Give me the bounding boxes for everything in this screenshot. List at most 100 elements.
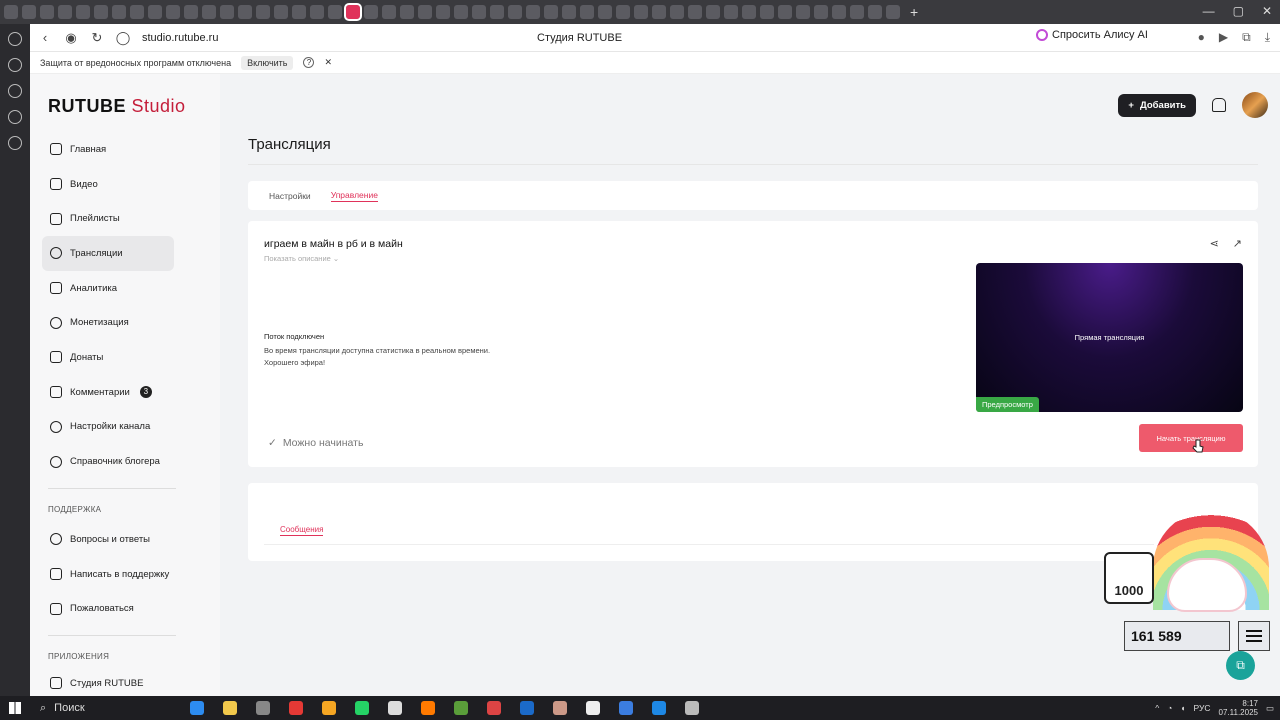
start-button[interactable] <box>0 696 30 720</box>
minimize-icon[interactable]: — <box>1203 4 1215 18</box>
sidebar-item-streams[interactable]: Трансляции <box>42 236 174 271</box>
tab-favicon[interactable] <box>184 5 198 19</box>
taskbar-app-icon[interactable] <box>519 701 534 715</box>
notification-icon[interactable]: ▭ <box>1266 703 1274 714</box>
help-icon[interactable]: ? <box>303 57 315 68</box>
reload-icon[interactable]: ↻ <box>84 30 110 46</box>
tab-favicon[interactable] <box>760 5 774 19</box>
tab-favicon[interactable] <box>850 5 864 19</box>
sidebar-item-contact-support[interactable]: Написать в поддержку <box>42 557 174 592</box>
tab-favicon[interactable] <box>886 5 900 19</box>
taskbar-app-icon[interactable] <box>288 701 303 715</box>
tab-favicon[interactable] <box>670 5 684 19</box>
tab-favicon[interactable] <box>868 5 882 19</box>
enable-protection-button[interactable]: Включить <box>241 55 294 70</box>
sidebar-item-blogger-guide[interactable]: Справочник блогера <box>42 444 174 479</box>
bell-icon[interactable] <box>1212 98 1226 112</box>
tab-favicon[interactable] <box>418 5 432 19</box>
rutube-studio-logo[interactable]: RUTUBE Studio <box>48 96 186 117</box>
sidebar-item-home[interactable]: Главная <box>42 132 174 167</box>
tab-favicon[interactable] <box>616 5 630 19</box>
tab-favicon[interactable] <box>778 5 792 19</box>
tab-favicon[interactable] <box>814 5 828 19</box>
active-tab-favicon[interactable] <box>344 3 362 21</box>
taskbar-app-icon[interactable] <box>387 701 402 715</box>
tab-favicon[interactable] <box>652 5 666 19</box>
tab-favicon[interactable] <box>274 5 288 19</box>
app-icon[interactable] <box>8 84 22 98</box>
sidebar-item-comments[interactable]: Комментарии 3 <box>42 375 174 410</box>
tab-messages[interactable]: Сообщения <box>280 525 324 536</box>
sidebar-item-analytics[interactable]: Аналитика <box>42 271 174 306</box>
taskbar-app-icon[interactable] <box>354 701 369 715</box>
taskbar-app-icon[interactable] <box>486 701 501 715</box>
menu-icon[interactable] <box>1238 621 1270 651</box>
tab-favicon[interactable] <box>472 5 486 19</box>
clock[interactable]: 8:17 07.11.2025 <box>1219 699 1258 717</box>
reader-icon[interactable]: ◉ <box>58 30 84 46</box>
tab-favicon[interactable] <box>58 5 72 19</box>
tab-favicon[interactable] <box>328 5 342 19</box>
taskbar-app-icon[interactable] <box>552 701 567 715</box>
tab-favicon[interactable] <box>796 5 810 19</box>
app-icon[interactable] <box>8 58 22 72</box>
tab-favicon[interactable] <box>238 5 252 19</box>
app-icon[interactable] <box>8 136 22 150</box>
download-icon[interactable]: ⤓ <box>1265 30 1270 45</box>
tab-favicon[interactable] <box>526 5 540 19</box>
tab-favicon[interactable] <box>436 5 450 19</box>
tab-favicon[interactable] <box>400 5 414 19</box>
back-icon[interactable]: ‹ <box>32 30 58 45</box>
tab-favicon[interactable] <box>382 5 396 19</box>
taskbar-app-icon[interactable] <box>618 701 633 715</box>
tab-favicon[interactable] <box>598 5 612 19</box>
alice-button[interactable]: Спросить Алису AI <box>1036 29 1148 41</box>
sidebar-item-video[interactable]: Видео <box>42 167 174 202</box>
taskbar-app-icon[interactable] <box>222 701 237 715</box>
tab-favicon[interactable] <box>202 5 216 19</box>
url-field[interactable]: studio.rutube.ru <box>142 32 218 44</box>
tab-management[interactable]: Управление <box>330 190 378 202</box>
add-button[interactable]: + Добавить <box>1118 93 1196 117</box>
tab-favicon[interactable] <box>706 5 720 19</box>
tab-favicon[interactable] <box>364 5 378 19</box>
start-stream-button[interactable]: Начать трансляцию <box>1139 424 1243 452</box>
new-tab-icon[interactable]: + <box>910 4 918 20</box>
tab-favicon[interactable] <box>454 5 468 19</box>
volume-icon[interactable]: ◖ <box>1180 703 1185 713</box>
chevron-up-icon[interactable]: ^ <box>1155 703 1159 713</box>
tab-favicon[interactable] <box>310 5 324 19</box>
external-link-icon[interactable]: ↗ <box>1233 237 1242 250</box>
tab-favicon[interactable] <box>4 5 18 19</box>
taskbar-app-icon[interactable] <box>420 701 435 715</box>
sidebar-item-donations[interactable]: Донаты <box>42 340 174 375</box>
avatar[interactable] <box>1242 92 1268 118</box>
tab-favicon[interactable] <box>832 5 846 19</box>
sidebar-item-channel-settings[interactable]: Настройки канала <box>42 410 174 445</box>
maximize-icon[interactable]: ▢ <box>1233 4 1244 18</box>
taskbar-app-icon[interactable] <box>321 701 336 715</box>
close-window-icon[interactable]: ✕ <box>1262 4 1272 18</box>
taskbar-app-icon[interactable] <box>585 701 600 715</box>
tab-favicon[interactable] <box>220 5 234 19</box>
taskbar-search[interactable]: ⌕ Поиск <box>30 702 180 715</box>
tab-favicon[interactable] <box>724 5 738 19</box>
tab-favicon[interactable] <box>94 5 108 19</box>
tab-favicon[interactable] <box>742 5 756 19</box>
tab-favicon[interactable] <box>544 5 558 19</box>
tab-favicon[interactable] <box>166 5 180 19</box>
close-warning-icon[interactable]: ✕ <box>324 57 332 68</box>
sidebar-item-faq[interactable]: Вопросы и ответы <box>42 522 174 557</box>
clock-icon[interactable] <box>8 32 22 46</box>
language-indicator[interactable]: РУС <box>1193 703 1210 713</box>
network-icon[interactable]: ◔ <box>1167 703 1172 713</box>
tab-favicon[interactable] <box>22 5 36 19</box>
tab-favicon[interactable] <box>148 5 162 19</box>
taskbar-app-icon[interactable] <box>189 701 204 715</box>
stream-preview[interactable]: Прямая трансляция Предпросмотр <box>976 263 1243 412</box>
chat-support-icon[interactable]: ⧉ <box>1226 651 1255 680</box>
tab-favicon[interactable] <box>562 5 576 19</box>
tab-settings[interactable]: Настройки <box>269 191 311 201</box>
sidebar-item-report[interactable]: Пожаловаться <box>42 591 174 626</box>
tab-favicon[interactable] <box>256 5 270 19</box>
